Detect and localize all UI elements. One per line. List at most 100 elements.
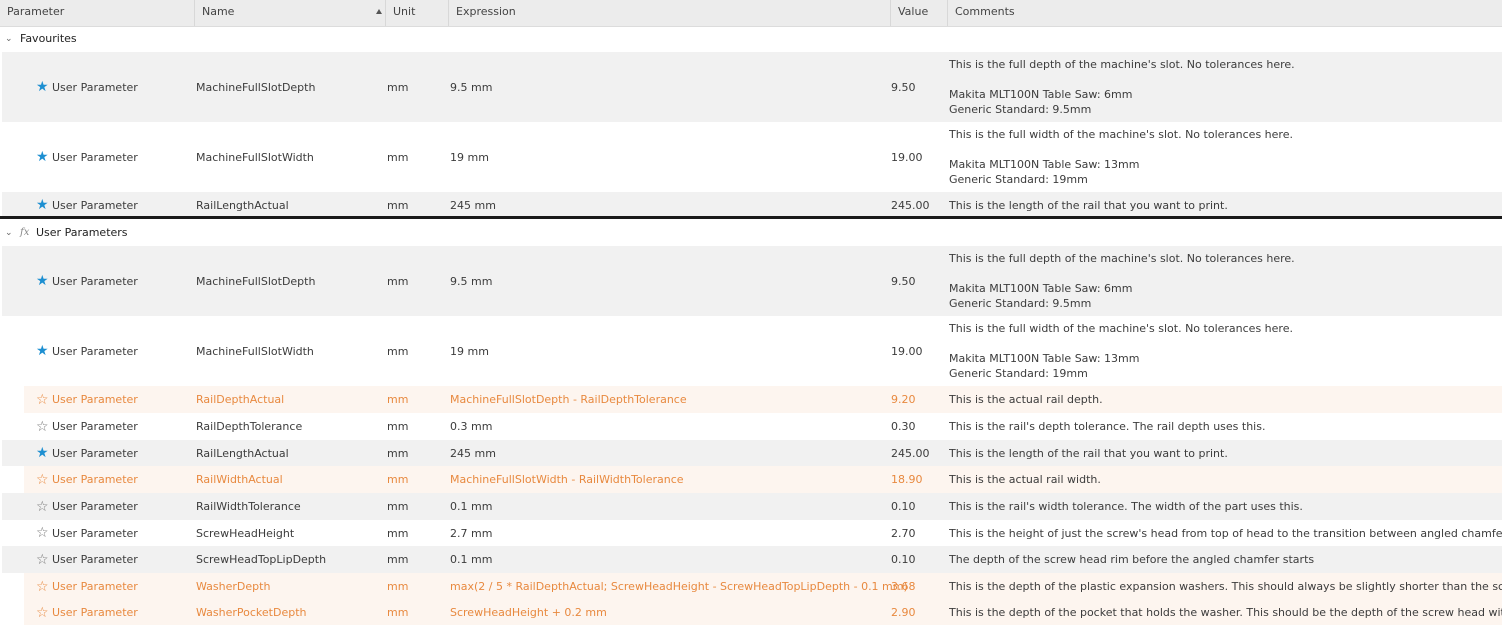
favourite-star-filled-icon[interactable]: ★ <box>36 192 49 218</box>
parameter-name-cell[interactable]: ScrewHeadTopLipDepth <box>196 546 326 573</box>
table-row[interactable]: ☆ User Parameter WasherPocketDepth mm ScrewH… <box>24 600 1502 625</box>
unit-cell[interactable]: mm <box>387 573 408 600</box>
unit-cell[interactable]: mm <box>387 52 408 122</box>
expression-cell[interactable]: ScrewHeadHeight + 0.2 mm <box>450 600 607 625</box>
parameter-name-cell[interactable]: RailDepthActual <box>196 386 284 413</box>
favourite-star-outline-icon[interactable]: ☆ <box>36 520 49 546</box>
comment-cell[interactable]: The depth of the screw head rim before t… <box>949 546 1502 573</box>
expression-cell[interactable]: 0.3 mm <box>450 413 492 440</box>
column-header-unit[interactable]: Unit <box>386 0 449 26</box>
unit-cell[interactable]: mm <box>387 493 408 520</box>
parameter-name-cell[interactable]: RailLengthActual <box>196 192 289 218</box>
comment-cell[interactable]: This is the rail's width tolerance. The … <box>949 493 1502 520</box>
favourite-star-outline-icon[interactable]: ☆ <box>36 493 49 520</box>
expression-cell[interactable]: 245 mm <box>450 440 496 466</box>
unit-cell[interactable]: mm <box>387 440 408 466</box>
expression-cell[interactable]: 9.5 mm <box>450 246 492 316</box>
expression-cell[interactable]: 19 mm <box>450 122 489 192</box>
comment-cell[interactable]: This is the full depth of the machine's … <box>949 246 1502 316</box>
unit-cell[interactable]: mm <box>387 520 408 546</box>
expression-cell[interactable]: max(2 / 5 * RailDepthActual; ScrewHeadHe… <box>450 573 908 600</box>
table-row[interactable]: ★ User Parameter RailLengthActual mm 245 mm 2… <box>2 440 1502 466</box>
parameter-name-cell[interactable]: MachineFullSlotWidth <box>196 122 314 192</box>
table-row[interactable]: ★ User Parameter MachineFullSlotWidth mm 19 … <box>2 316 1502 386</box>
table-row[interactable]: ☆ User Parameter RailWidthTolerance mm 0.1 m… <box>2 493 1502 520</box>
comment-cell[interactable]: This is the height of just the screw's h… <box>949 520 1502 546</box>
favourite-star-filled-icon[interactable]: ★ <box>36 122 49 192</box>
table-row[interactable]: ★ User Parameter MachineFullSlotDepth mm 9.5… <box>2 246 1502 316</box>
expression-cell[interactable]: 19 mm <box>450 316 489 386</box>
favourite-star-outline-icon[interactable]: ☆ <box>36 546 49 573</box>
favourite-star-filled-icon[interactable]: ★ <box>36 440 49 466</box>
group-header[interactable]: ⌄ fx User Parameters <box>0 221 1502 245</box>
unit-cell[interactable]: mm <box>387 546 408 573</box>
comment-cell[interactable]: This is the full width of the machine's … <box>949 316 1502 386</box>
column-header-value[interactable]: Value <box>891 0 948 26</box>
column-header-expression[interactable]: Expression <box>449 0 891 26</box>
value-cell: 19.00 <box>891 344 923 358</box>
favourite-star-outline-icon[interactable]: ☆ <box>36 573 49 600</box>
favourite-star-filled-icon[interactable]: ★ <box>36 246 49 316</box>
table-row[interactable]: ☆ User Parameter WasherDepth mm max(2 / 5 * … <box>24 573 1502 600</box>
column-header-name[interactable]: Name <box>195 0 386 26</box>
comment-cell[interactable]: This is the length of the rail that you … <box>949 440 1502 466</box>
comment-cell[interactable]: This is the length of the rail that you … <box>949 192 1502 218</box>
group-header[interactable]: ⌄ Favourites <box>0 27 1502 51</box>
parameter-name-cell[interactable]: RailDepthTolerance <box>196 413 302 440</box>
expression-cell[interactable]: 245 mm <box>450 192 496 218</box>
comment-cell[interactable]: This is the actual rail width. <box>949 466 1502 493</box>
parameter-name-cell[interactable]: WasherPocketDepth <box>196 600 307 625</box>
expression-cell[interactable]: 9.5 mm <box>450 52 492 122</box>
unit-cell[interactable]: mm <box>387 466 408 493</box>
parameter-name-cell[interactable]: MachineFullSlotDepth <box>196 246 315 316</box>
comment-cell[interactable]: This is the depth of the pocket that hol… <box>949 600 1502 625</box>
column-header-comments[interactable]: Comments <box>948 0 1502 26</box>
parameter-type-cell: User Parameter <box>52 526 138 540</box>
parameter-name-cell[interactable]: WasherDepth <box>196 573 270 600</box>
unit-cell[interactable]: mm <box>387 316 408 386</box>
favourite-star-filled-icon[interactable]: ★ <box>36 316 49 386</box>
sort-ascending-icon[interactable] <box>376 9 382 14</box>
expression-cell[interactable]: MachineFullSlotDepth - RailDepthToleranc… <box>450 386 687 413</box>
table-row[interactable]: ☆ User Parameter ScrewHeadHeight mm 2.7 mm 2.… <box>2 520 1502 546</box>
table-row[interactable]: ☆ User Parameter RailWidthActual mm MachineF… <box>24 466 1502 493</box>
comment-cell[interactable]: This is the full width of the machine's … <box>949 122 1502 192</box>
chevron-down-icon[interactable]: ⌄ <box>5 27 15 51</box>
parameter-name-cell[interactable]: RailLengthActual <box>196 440 289 466</box>
parameter-name-cell[interactable]: ScrewHeadHeight <box>196 520 294 546</box>
favourite-star-filled-icon[interactable]: ★ <box>36 52 49 122</box>
favourite-star-outline-icon[interactable]: ☆ <box>36 413 49 440</box>
parameter-name-cell[interactable]: RailWidthTolerance <box>196 493 301 520</box>
parameter-name-cell[interactable]: MachineFullSlotDepth <box>196 52 315 122</box>
comment-cell[interactable]: This is the full depth of the machine's … <box>949 52 1502 122</box>
parameter-type-cell: User Parameter <box>52 150 138 164</box>
comment-cell[interactable]: This is the depth of the plastic expansi… <box>949 573 1502 600</box>
parameter-type-cell: User Parameter <box>52 420 138 433</box>
favourite-star-outline-icon[interactable]: ☆ <box>36 386 49 413</box>
expression-cell[interactable]: 0.1 mm <box>450 546 492 573</box>
column-header-parameter[interactable]: Parameter <box>0 0 195 26</box>
unit-cell[interactable]: mm <box>387 600 408 625</box>
expression-cell[interactable]: 0.1 mm <box>450 493 492 520</box>
table-row[interactable]: ☆ User Parameter RailDepthTolerance mm 0.3 m… <box>2 413 1502 440</box>
unit-cell[interactable]: mm <box>387 192 408 218</box>
favourite-star-outline-icon[interactable]: ☆ <box>36 466 49 493</box>
comment-cell[interactable]: This is the rail's depth tolerance. The … <box>949 413 1502 440</box>
pane-divider[interactable] <box>0 216 1502 219</box>
unit-cell[interactable]: mm <box>387 246 408 316</box>
table-row[interactable]: ☆ User Parameter RailDepthActual mm MachineF… <box>24 386 1502 413</box>
unit-cell[interactable]: mm <box>387 386 408 413</box>
comment-cell[interactable]: This is the actual rail depth. <box>949 386 1502 413</box>
unit-cell[interactable]: mm <box>387 413 408 440</box>
table-row[interactable]: ★ User Parameter MachineFullSlotWidth mm 19 … <box>2 122 1502 192</box>
table-row[interactable]: ★ User Parameter RailLengthActual mm 245 mm 2… <box>2 192 1502 218</box>
unit-cell[interactable]: mm <box>387 122 408 192</box>
expression-cell[interactable]: 2.7 mm <box>450 520 492 546</box>
table-row[interactable]: ☆ User Parameter ScrewHeadTopLipDepth mm 0.1… <box>2 546 1502 573</box>
expression-cell[interactable]: MachineFullSlotWidth - RailWidthToleranc… <box>450 466 684 493</box>
favourite-star-outline-icon[interactable]: ☆ <box>36 600 49 625</box>
parameter-name-cell[interactable]: MachineFullSlotWidth <box>196 316 314 386</box>
chevron-down-icon[interactable]: ⌄ <box>5 221 15 245</box>
table-row[interactable]: ★ User Parameter MachineFullSlotDepth mm 9.5… <box>2 52 1502 122</box>
parameter-name-cell[interactable]: RailWidthActual <box>196 466 283 493</box>
